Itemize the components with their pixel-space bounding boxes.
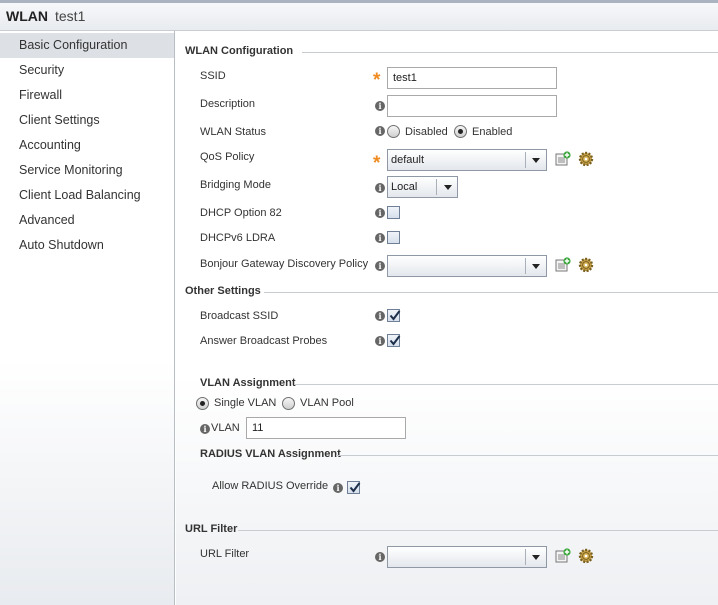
section-divider: [264, 292, 718, 293]
qos-policy-select[interactable]: default: [387, 149, 547, 171]
section-divider: [238, 530, 718, 531]
create-new-icon[interactable]: [555, 257, 571, 273]
info-icon: i: [375, 101, 385, 111]
broadcast-ssid-label: Broadcast SSID: [200, 310, 279, 322]
section-title-url-filter: URL Filter: [185, 523, 238, 535]
info-icon: i: [375, 311, 385, 321]
info-icon: i: [200, 424, 210, 434]
sidebar-item-firewall[interactable]: Firewall: [0, 83, 174, 108]
required-star-icon: *: [373, 70, 381, 91]
main-panel: WLAN Configuration SSID * test1 Descript…: [176, 31, 718, 605]
sidebar-item-client-load-balancing[interactable]: Client Load Balancing: [0, 183, 174, 208]
bonjour-policy-select[interactable]: [387, 255, 547, 277]
sidebar-item-client-settings[interactable]: Client Settings: [0, 108, 174, 133]
single-vlan-label: Single VLAN: [214, 397, 277, 409]
section-title-other-settings: Other Settings: [185, 285, 261, 297]
chevron-down-icon: [532, 264, 540, 269]
info-icon: i: [375, 233, 385, 243]
dhcp-option-82-checkbox[interactable]: [387, 206, 400, 219]
status-disabled-radio[interactable]: [387, 125, 400, 138]
allow-radius-override-checkbox[interactable]: [347, 481, 361, 494]
sidebar: Basic Configuration Security Firewall Cl…: [0, 31, 175, 605]
chevron-down-icon: [532, 158, 540, 163]
wlan-status-label: WLAN Status: [200, 126, 267, 138]
single-vlan-radio[interactable]: [196, 397, 209, 410]
bridging-mode-select[interactable]: Local: [387, 176, 458, 198]
create-new-icon[interactable]: [555, 548, 571, 564]
bonjour-policy-label: Bonjour Gateway Discovery Policy: [200, 258, 369, 270]
header-wlan-name: test1: [55, 8, 86, 24]
sidebar-item-security[interactable]: Security: [0, 58, 174, 83]
description-label: Description: [200, 98, 256, 110]
answer-probes-checkbox[interactable]: [387, 334, 401, 347]
status-enabled-radio[interactable]: [454, 125, 467, 138]
info-icon: i: [375, 208, 385, 218]
checkmark-icon: [389, 335, 401, 346]
required-star-icon: *: [373, 153, 381, 174]
chevron-down-icon: [532, 555, 540, 560]
url-filter-label: URL Filter: [200, 548, 250, 560]
vlan-pool-radio[interactable]: [282, 397, 295, 410]
dhcp-option-82-label: DHCP Option 82: [200, 207, 282, 219]
vlan-input[interactable]: 11: [246, 417, 406, 439]
configure-gear-icon[interactable]: [578, 257, 594, 273]
chevron-down-icon: [444, 185, 452, 190]
description-input[interactable]: [387, 95, 557, 117]
sidebar-item-service-monitoring[interactable]: Service Monitoring: [0, 158, 174, 183]
info-icon: i: [375, 261, 385, 271]
section-title-wlan-configuration: WLAN Configuration: [185, 45, 294, 57]
section-title-radius-vlan-assignment: RADIUS VLAN Assignment: [200, 448, 341, 460]
vlan-label: VLAN: [211, 422, 240, 434]
bridging-mode-value: Local: [391, 181, 418, 193]
qos-policy-value: default: [391, 154, 425, 166]
checkmark-icon: [349, 482, 361, 493]
section-title-vlan-assignment: VLAN Assignment: [200, 377, 296, 389]
broadcast-ssid-checkbox[interactable]: [387, 309, 401, 322]
sidebar-item-auto-shutdown[interactable]: Auto Shutdown: [0, 233, 174, 258]
info-icon: i: [333, 483, 343, 493]
allow-radius-override-label: Allow RADIUS Override: [212, 480, 329, 492]
status-disabled-label: Disabled: [405, 126, 448, 138]
bridging-mode-label: Bridging Mode: [200, 179, 271, 191]
url-filter-select[interactable]: [387, 546, 547, 568]
create-new-icon[interactable]: [555, 151, 571, 167]
configure-gear-icon[interactable]: [578, 151, 594, 167]
info-icon: i: [375, 183, 385, 193]
vlan-pool-label: VLAN Pool: [300, 397, 354, 409]
info-icon: i: [375, 552, 385, 562]
dhcpv6-ldra-label: DHCPv6 LDRA: [200, 232, 276, 244]
answer-probes-label: Answer Broadcast Probes: [200, 335, 328, 347]
window-header: WLAN test1: [0, 0, 718, 31]
dhcpv6-ldra-checkbox[interactable]: [387, 231, 400, 244]
section-divider: [302, 52, 718, 53]
checkmark-icon: [389, 310, 401, 321]
ssid-label: SSID: [200, 70, 226, 82]
info-icon: i: [375, 336, 385, 346]
section-divider: [294, 384, 718, 385]
sidebar-item-accounting[interactable]: Accounting: [0, 133, 174, 158]
section-divider: [336, 455, 718, 456]
ssid-input[interactable]: test1: [387, 67, 557, 89]
sidebar-item-advanced[interactable]: Advanced: [0, 208, 174, 233]
sidebar-item-basic-configuration[interactable]: Basic Configuration: [0, 33, 174, 58]
header-title: WLAN: [6, 8, 48, 24]
info-icon: i: [375, 126, 385, 136]
status-enabled-label: Enabled: [472, 126, 513, 138]
configure-gear-icon[interactable]: [578, 548, 594, 564]
qos-policy-label: QoS Policy: [200, 151, 255, 163]
